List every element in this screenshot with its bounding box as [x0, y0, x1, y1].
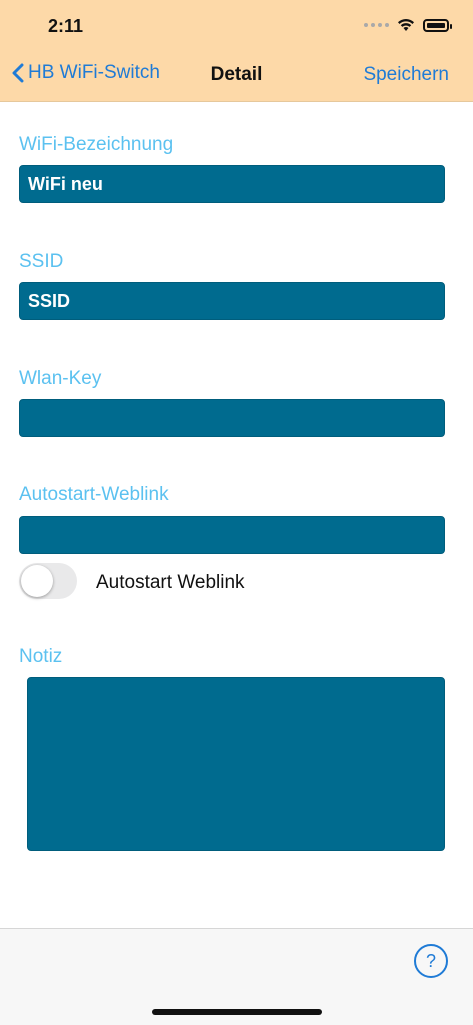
ssid-input[interactable] [19, 282, 445, 320]
wifi-name-input[interactable] [19, 165, 445, 203]
ssid-label: SSID [19, 251, 64, 272]
wlan-key-input[interactable] [19, 399, 445, 437]
autostart-weblink-toggle-label: Autostart Weblink [96, 572, 245, 593]
help-circle-icon[interactable]: ? [414, 944, 448, 978]
autostart-weblink-label: Autostart-Weblink [19, 484, 169, 505]
wifi-icon [398, 19, 414, 31]
toggle-knob [21, 565, 53, 597]
save-button[interactable]: Speichern [363, 64, 449, 86]
status-icons [364, 14, 452, 36]
notes-textarea[interactable] [27, 677, 445, 851]
wlan-key-label: Wlan-Key [19, 368, 102, 389]
autostart-weblink-input[interactable] [19, 516, 445, 554]
autostart-weblink-toggle[interactable] [19, 563, 77, 599]
battery-icon [423, 18, 452, 32]
wifi-name-label: WiFi-Bezeichnung [19, 134, 174, 155]
status-time: 2:11 [48, 16, 84, 36]
home-indicator[interactable] [152, 1009, 322, 1015]
notes-label: Notiz [19, 646, 63, 667]
navigation-header: 2:11 HB WiFi-Switch Detail Speichern [0, 0, 473, 102]
cellular-dots-icon [364, 23, 389, 27]
